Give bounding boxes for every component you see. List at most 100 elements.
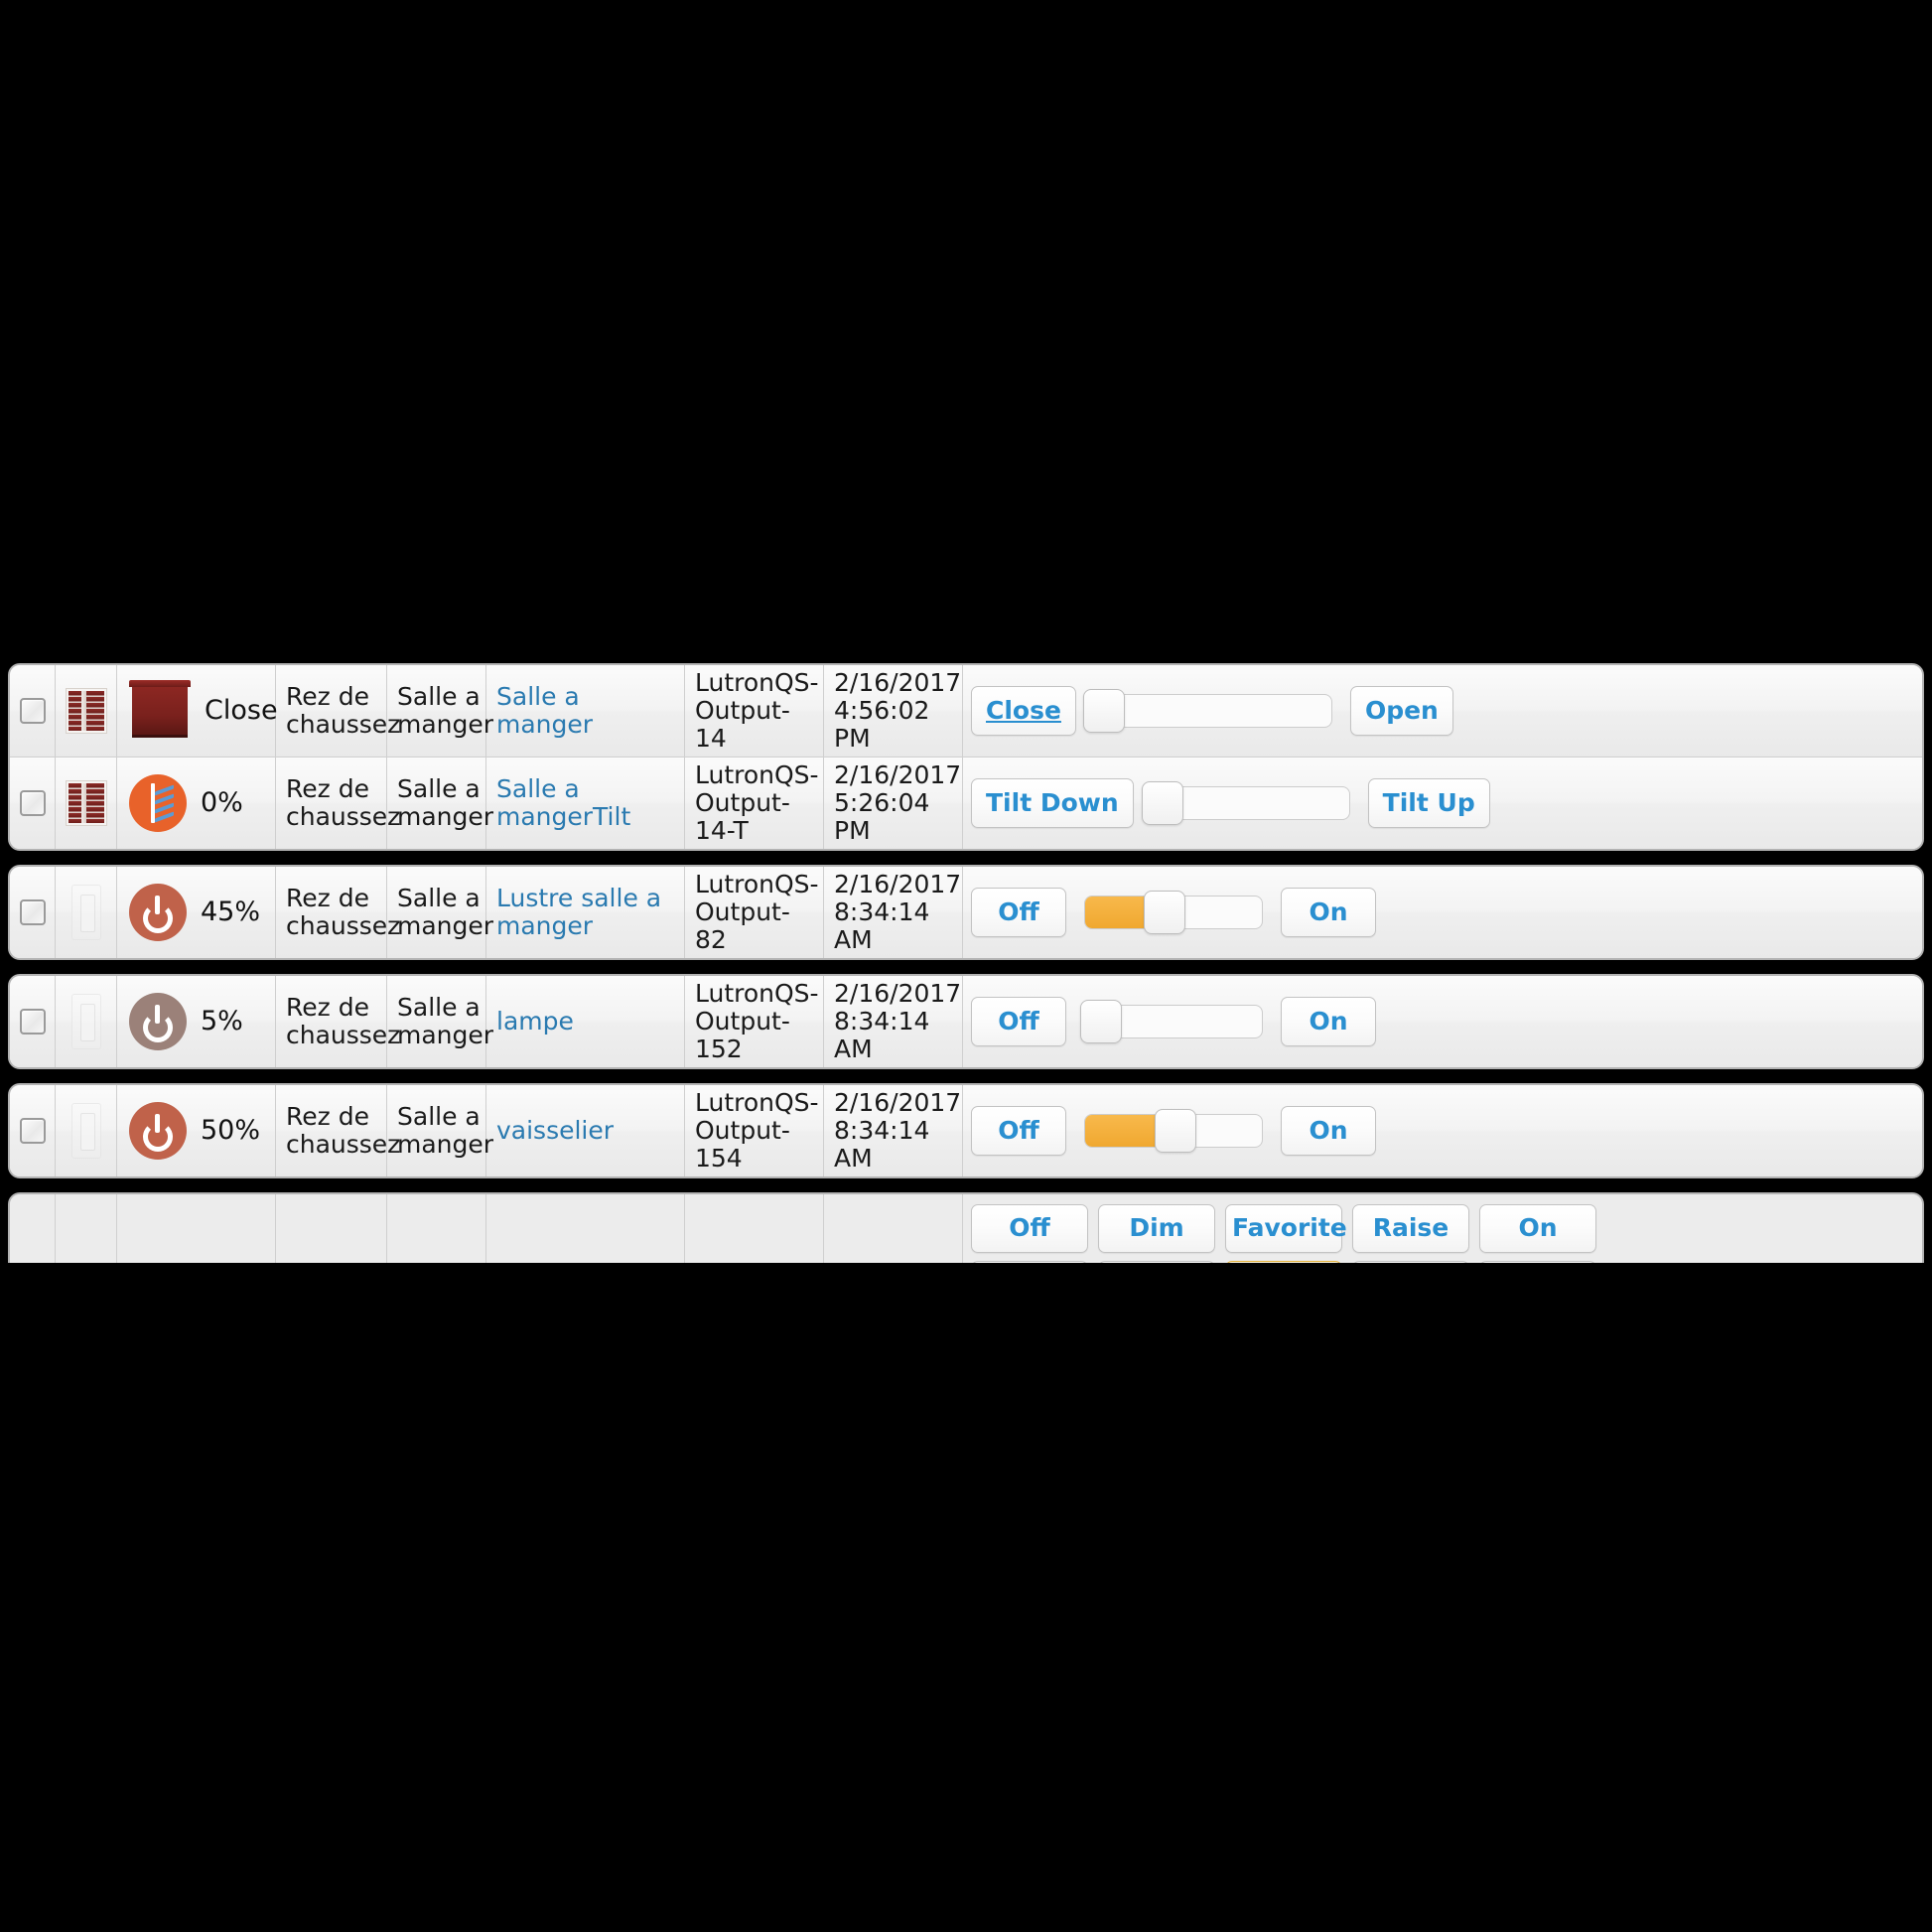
dimmer-slider[interactable] [1084, 1109, 1263, 1153]
device-name-cell[interactable]: lampe [486, 976, 685, 1067]
device-name-cell[interactable]: Salle a Manger [486, 1194, 685, 1263]
row-checkbox[interactable] [19, 698, 46, 724]
keypad-button-on[interactable]: On [1479, 1204, 1596, 1253]
address-cell: LutronQS-Output-82 [685, 867, 824, 958]
tilt-up-button[interactable]: Tilt Up [1367, 777, 1490, 829]
keypad-button-off[interactable]: Off [971, 1204, 1088, 1253]
controls-cell: Off On [963, 1085, 1922, 1176]
keypad-button-dim-release[interactable]: Dim Release [1098, 1260, 1215, 1263]
keypad-button-on-release[interactable]: On Release [1479, 1260, 1596, 1263]
keypad-button-raise-release[interactable]: Raise Release [1352, 1260, 1469, 1263]
tilt-state-cell: 0% [117, 758, 276, 849]
keypad-buttons-cell: Off Dim Favorite Raise On Off Release Di… [963, 1194, 1922, 1263]
row-checkbox-cell[interactable] [10, 976, 56, 1067]
slider-knob[interactable] [1083, 689, 1126, 733]
timestamp-cell [824, 1194, 963, 1263]
on-button[interactable]: On [1281, 887, 1376, 938]
dimmer-slider[interactable] [1080, 1000, 1263, 1043]
area-cell: Rez de chaussez [276, 758, 400, 849]
row-checkbox[interactable] [19, 1118, 46, 1144]
blinds-icon [65, 780, 107, 826]
room-label: Salle a manger [397, 774, 494, 831]
area-label: Rez de chaussez [286, 993, 401, 1049]
row-checkbox-cell[interactable] [10, 758, 56, 849]
off-button[interactable]: Off [971, 887, 1066, 938]
table-row[interactable]: 5% Rez de chaussez Salle a manger lampe … [10, 976, 1922, 1067]
dimmer-level-label: 45% [201, 896, 261, 927]
tilt-position-slider[interactable] [1141, 781, 1350, 825]
area-label: Rez de chaussez [286, 682, 401, 739]
table-row[interactable]: Rez de chaussez Salle a manger Salle a M… [10, 1194, 1922, 1263]
table-row[interactable]: 0% Rez de chaussez Salle a manger Salle … [10, 758, 1922, 849]
table-row[interactable]: 50% Rez de chaussez Salle a manger vaiss… [10, 1085, 1922, 1176]
device-name-link[interactable]: Salle a manger [496, 683, 674, 739]
keypad-button-favorite[interactable]: Favorite [1225, 1204, 1347, 1253]
slider-knob[interactable] [1154, 1109, 1196, 1153]
device-name-link[interactable]: Salle a mangerTilt [496, 775, 674, 831]
row-checkbox-cell[interactable] [10, 665, 56, 757]
controls-cell: Off On [963, 976, 1922, 1067]
address-label: LutronQS-Output-14 [695, 668, 819, 753]
address-label: LutronQS-Output-152 [695, 979, 819, 1063]
keypad-button-off-release[interactable]: Off Release [971, 1260, 1088, 1263]
area-cell: Rez de chaussez [276, 867, 400, 958]
room-label: Salle a manger [397, 993, 494, 1049]
device-name-cell[interactable]: Lustre salle a manger [486, 867, 685, 958]
controls-cell: Tilt Down Tilt Up [963, 758, 1922, 849]
row-checkbox-cell[interactable] [10, 1194, 56, 1263]
device-list-panel: Close Rez de chaussez Salle a manger Sal… [0, 663, 1932, 1263]
controls-cell: Off On [963, 867, 1922, 958]
open-button[interactable]: Open [1349, 685, 1453, 737]
table-row[interactable]: 45% Rez de chaussez Salle a manger Lustr… [10, 867, 1922, 958]
device-name-link[interactable]: Lustre salle a manger [496, 885, 674, 940]
device-state-cell [117, 1194, 276, 1263]
area-cell: Rez de chaussez [276, 1085, 400, 1176]
device-type-icon-cell [56, 1194, 117, 1263]
room-label: Salle a manger [397, 884, 494, 940]
room-cell: Salle a manger [387, 665, 493, 757]
tilt-down-button[interactable]: Tilt Down [971, 777, 1134, 829]
device-name-link[interactable]: vaisselier [496, 1117, 614, 1145]
row-checkbox-cell[interactable] [10, 1085, 56, 1176]
slider-knob[interactable] [1144, 891, 1186, 934]
device-name-cell[interactable]: Salle a manger [486, 665, 685, 757]
power-icon [129, 1102, 187, 1160]
table-row[interactable]: Close Rez de chaussez Salle a manger Sal… [10, 665, 1922, 758]
controls-cell: Close Open [963, 665, 1922, 757]
device-name-cell[interactable]: Salle a mangerTilt [486, 758, 685, 849]
device-name-cell[interactable]: vaisselier [486, 1085, 685, 1176]
shade-state-label: Close [205, 694, 278, 726]
room-label: Salle a manger [397, 1102, 494, 1159]
row-checkbox[interactable] [19, 899, 46, 925]
dimmer-switch-icon [70, 994, 101, 1049]
keypad-button-grid: Off Dim Favorite Raise On Off Release Di… [971, 1200, 1596, 1263]
on-button[interactable]: On [1281, 996, 1376, 1047]
room-cell: Salle a manger [387, 1085, 493, 1176]
keypad-button-favorite-release[interactable]: Favorite Release [1225, 1260, 1342, 1263]
dimmer-switch-icon [70, 1103, 101, 1159]
keypad-button-dim[interactable]: Dim [1098, 1204, 1215, 1253]
row-checkbox[interactable] [19, 1009, 46, 1035]
keypad-button-raise[interactable]: Raise [1352, 1204, 1469, 1253]
room-cell: Salle a manger [387, 867, 493, 958]
device-name-link[interactable]: lampe [496, 1008, 574, 1035]
slider-knob[interactable] [1080, 1000, 1123, 1043]
closed-shade-preview-icon [129, 680, 191, 742]
off-button[interactable]: Off [971, 1105, 1066, 1157]
row-checkbox-cell[interactable] [10, 867, 56, 958]
shade-state-cell: Close [117, 665, 278, 757]
dimmer-group-lampe: 5% Rez de chaussez Salle a manger lampe … [8, 974, 1924, 1069]
slider-knob[interactable] [1141, 781, 1183, 825]
shade-group: Close Rez de chaussez Salle a manger Sal… [8, 663, 1924, 851]
dimmer-slider[interactable] [1084, 891, 1263, 934]
row-checkbox[interactable] [19, 790, 46, 816]
timestamp-cell: 2/16/2017 8:34:14 AM [824, 867, 963, 958]
blinds-icon [65, 688, 107, 734]
off-button[interactable]: Off [971, 996, 1066, 1047]
dimmer-group-lustre: 45% Rez de chaussez Salle a manger Lustr… [8, 865, 1924, 960]
shade-position-slider[interactable] [1083, 689, 1332, 733]
close-button[interactable]: Close [971, 685, 1076, 737]
timestamp-cell: 2/16/2017 4:56:02 PM [824, 665, 963, 757]
on-button[interactable]: On [1281, 1105, 1376, 1157]
timestamp-cell: 2/16/2017 8:34:14 AM [824, 1085, 963, 1176]
